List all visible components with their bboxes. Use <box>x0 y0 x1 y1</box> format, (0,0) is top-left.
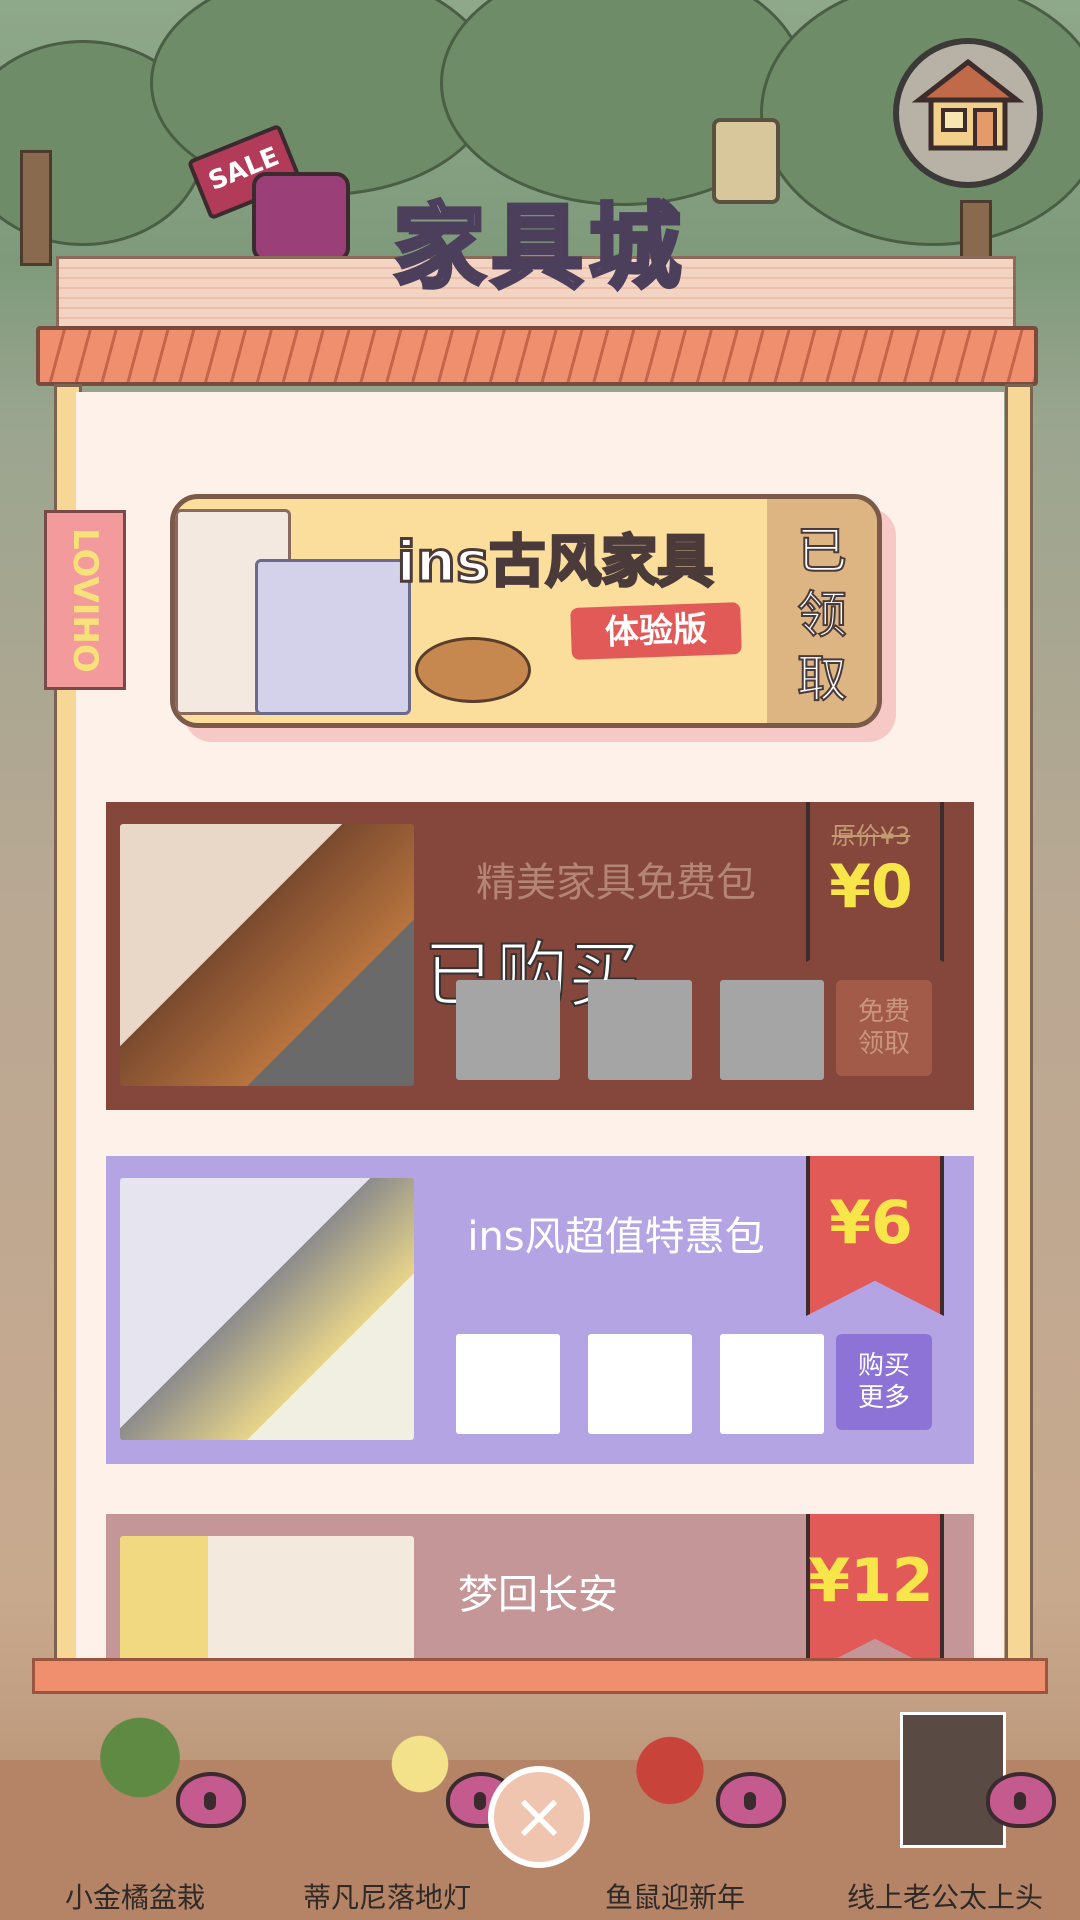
bookshelf-thumbnail <box>720 980 824 1080</box>
shop-title: 家具城 <box>391 192 687 303</box>
lock-icon <box>176 1762 246 1828</box>
claimed-status: 已领取 <box>796 521 848 709</box>
close-button[interactable]: × <box>488 1766 590 1868</box>
original-price: 原价¥3 <box>831 822 911 850</box>
shop-shelf <box>32 1658 1048 1694</box>
featured-pack-card[interactable]: ins古风家具 体验版 已领取 <box>170 494 882 728</box>
bottom-item-label[interactable]: 鱼鼠迎新年 <box>550 1876 800 1916</box>
tree-trunk <box>20 150 52 266</box>
trial-badge: 体验版 <box>570 602 742 660</box>
bottom-item-label[interactable]: 蒂凡尼落地灯 <box>262 1876 512 1916</box>
price: ¥6 <box>829 1188 913 1258</box>
price: ¥0 <box>829 852 913 922</box>
tea-table-image <box>415 637 531 703</box>
changan-pack-card[interactable]: 梦回长安 ¥12 <box>106 1514 974 1666</box>
cabinet-thumbnail <box>456 980 560 1080</box>
loviho-tag: LOVIHO <box>44 510 126 690</box>
lock-icon <box>986 1762 1056 1828</box>
ins-value-pack-card[interactable]: ins风超值特惠包 ¥6 购买更多 <box>106 1156 974 1464</box>
pack-preview-image <box>120 1536 414 1666</box>
action-label: 购买更多 <box>857 1351 910 1413</box>
shop-post-right <box>1005 384 1033 1680</box>
tea-table-thumbnail <box>588 1334 692 1434</box>
price: ¥12 <box>808 1546 934 1616</box>
featured-title: ins古风家具 <box>395 529 714 597</box>
bottom-item-label[interactable]: 线上老公太上头 <box>820 1876 1070 1916</box>
pack-preview-image <box>120 824 414 1086</box>
lock-icon <box>716 1762 786 1828</box>
free-claim-button[interactable]: 免费领取 <box>836 980 932 1076</box>
pack-preview-image <box>120 1178 414 1440</box>
new-year-image <box>620 1712 720 1842</box>
kumquat-plant-image <box>90 1712 190 1842</box>
pack-name: 精美家具免费包 <box>476 860 756 906</box>
action-label: 免费领取 <box>857 997 910 1059</box>
bed-thumbnail <box>456 1334 560 1434</box>
pack-name: 梦回长安 <box>458 1572 618 1618</box>
arcade-thumbnail <box>588 980 692 1080</box>
house-icon <box>911 58 1025 151</box>
shop-awning <box>36 326 1038 386</box>
room-thumbnail <box>720 1334 824 1434</box>
free-pack-card[interactable]: 精美家具免费包 原价¥3 ¥0 已购买 免费领取 <box>106 802 974 1110</box>
pack-name: ins风超值特惠包 <box>467 1214 765 1260</box>
bottom-item-label[interactable]: 小金橘盆栽 <box>10 1876 260 1916</box>
home-button[interactable] <box>893 38 1043 188</box>
buy-more-button[interactable]: 购买更多 <box>836 1334 932 1430</box>
